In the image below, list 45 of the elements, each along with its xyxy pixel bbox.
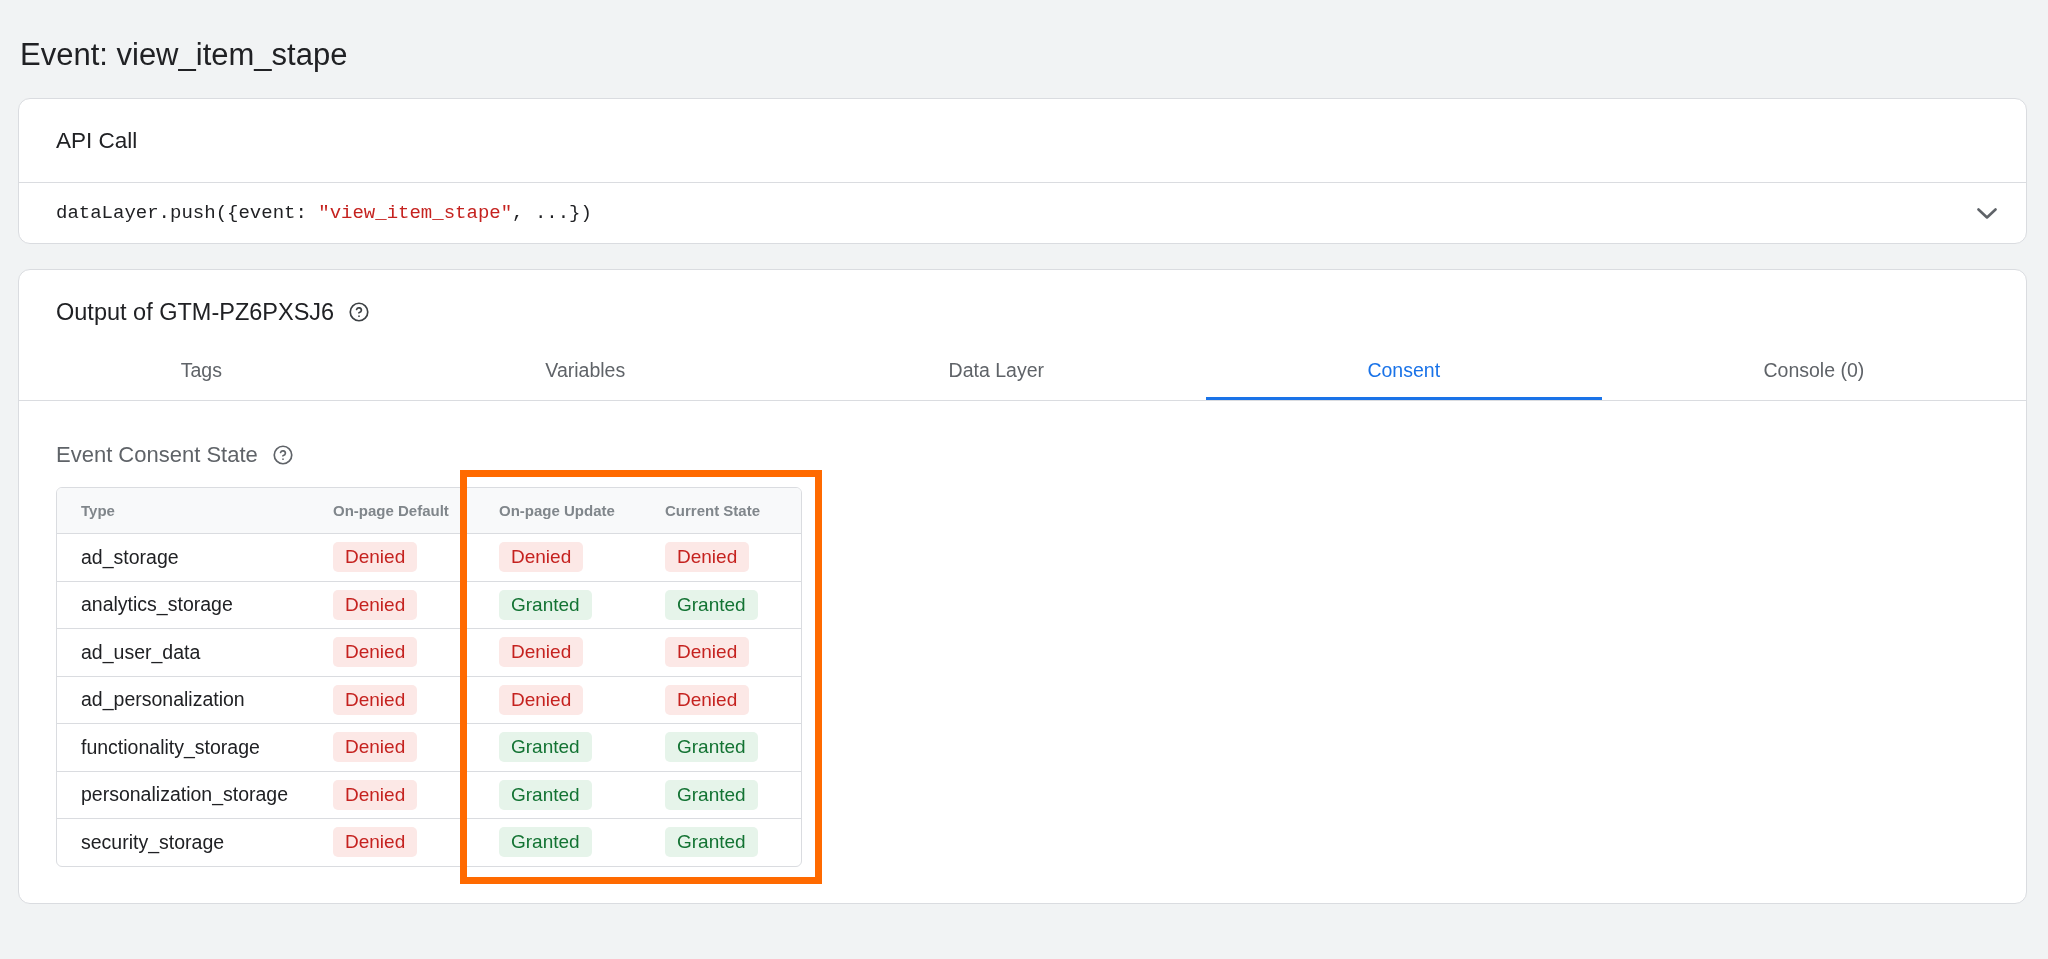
card-title: API Call xyxy=(56,126,138,155)
card-title: Output of GTM-PZ6PXSJ6 xyxy=(56,298,335,326)
consent-status-badge: Granted xyxy=(665,732,758,763)
tab[interactable]: Tags xyxy=(19,342,384,400)
table-cell: ad_storage xyxy=(81,545,179,568)
consent-status-badge: Granted xyxy=(499,827,592,858)
consent-status-badge: Denied xyxy=(665,542,750,573)
page-title: Event: view_item_stape xyxy=(20,37,348,73)
column-header: On-page Update xyxy=(499,501,615,519)
section-title: Event Consent State xyxy=(56,441,258,469)
consent-status-badge: Denied xyxy=(333,779,418,810)
consent-status-badge: Denied xyxy=(499,542,584,573)
table-cell: ad_user_data xyxy=(81,640,201,663)
consent-status-badge: Denied xyxy=(333,732,418,763)
consent-status-badge: Granted xyxy=(665,779,758,810)
chevron-down-icon[interactable] xyxy=(1977,207,1997,219)
table-cell: security_storage xyxy=(81,830,225,853)
consent-status-badge: Denied xyxy=(499,637,584,668)
consent-status-badge: Granted xyxy=(499,779,592,810)
consent-status-badge: Denied xyxy=(333,637,418,668)
help-icon[interactable] xyxy=(349,302,370,322)
consent-status-badge: Denied xyxy=(333,542,418,573)
table-cell: ad_personalization xyxy=(81,688,245,711)
consent-status-badge: Denied xyxy=(665,637,750,668)
consent-status-badge: Denied xyxy=(333,589,418,620)
consent-status-badge: Denied xyxy=(499,684,584,715)
consent-status-badge: Granted xyxy=(499,732,592,763)
tab[interactable]: Data Layer xyxy=(786,342,1206,400)
consent-status-badge: Granted xyxy=(499,589,592,620)
table-cell: personalization_storage xyxy=(81,783,289,806)
tab[interactable]: Variables xyxy=(383,342,787,400)
consent-status-badge: Granted xyxy=(665,589,758,620)
consent-status-badge: Denied xyxy=(333,684,418,715)
column-header: On-page Default xyxy=(333,501,449,519)
consent-status-badge: Denied xyxy=(333,827,418,858)
consent-status-badge: Denied xyxy=(665,684,750,715)
code-line: dataLayer.push({event: "view_item_stape", ...}) xyxy=(56,201,592,226)
tab[interactable]: Consent xyxy=(1205,342,1602,400)
column-header: Type xyxy=(81,501,115,519)
tab[interactable]: Console (0) xyxy=(1601,342,2026,400)
consent-status-badge: Granted xyxy=(665,827,758,858)
table-cell: functionality_storage xyxy=(81,735,260,758)
table-cell: analytics_storage xyxy=(81,593,233,616)
help-icon[interactable] xyxy=(272,445,293,465)
column-header: Current State xyxy=(665,501,761,519)
